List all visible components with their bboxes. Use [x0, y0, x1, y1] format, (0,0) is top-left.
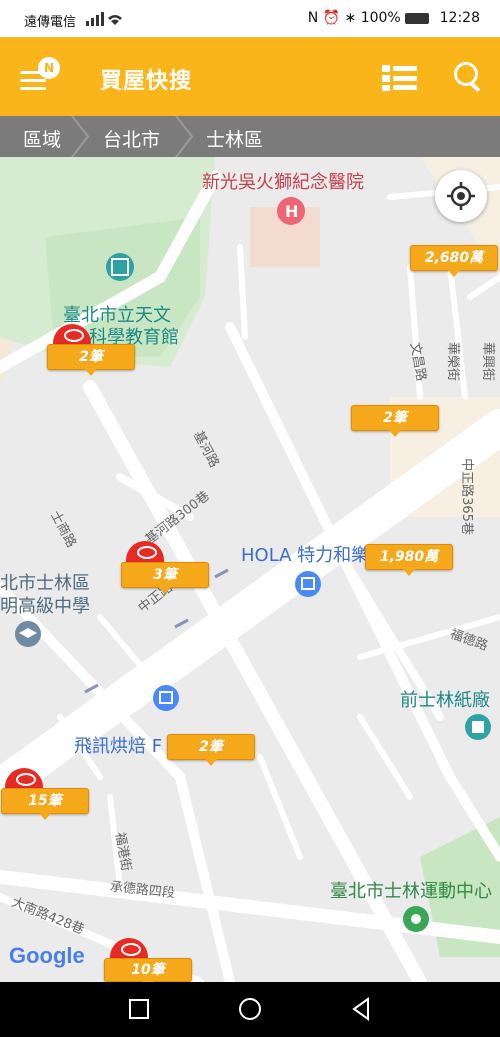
- my-location-button[interactable]: [435, 170, 487, 222]
- list-view-button[interactable]: [382, 65, 418, 91]
- road-label: 華興街: [480, 341, 496, 382]
- carrier-label: 遠傳電信: [24, 15, 77, 30]
- place-label-bakery: 飛訊烘焙 F: [74, 736, 163, 757]
- svg-text:H: H: [285, 202, 298, 221]
- menu-button[interactable]: N: [18, 57, 64, 103]
- listing-price-marker[interactable]: 1,980萬: [365, 544, 453, 576]
- map-view[interactable]: H 新光吳火獅紀念醫院 臺北市立天文 科學教育館 HOLA 特力和樂 北市士林區…: [0, 157, 500, 982]
- place-label-paper-factory: 前士林紙廠: [400, 690, 490, 711]
- search-button[interactable]: [453, 61, 483, 93]
- listing-cluster-marker[interactable]: 2筆: [351, 405, 439, 437]
- system-nav-bar: [0, 982, 500, 1037]
- chevron-right-icon: [175, 116, 194, 157]
- nfc-icon: N: [307, 10, 319, 26]
- battery-percent: 100%: [360, 10, 401, 26]
- road-label: 華榮街: [445, 341, 461, 382]
- clock: 12:28: [439, 10, 480, 26]
- notification-badge: N: [38, 57, 60, 79]
- status-bar: 遠傳電信 N ⏰ ∗ 100% 12:28: [0, 0, 500, 37]
- google-logo: Google: [9, 943, 85, 968]
- breadcrumb-city[interactable]: 台北市: [103, 125, 160, 152]
- page-title: 買屋快搜: [100, 69, 193, 94]
- place-label-sports-center: 臺北市士林運動中心: [330, 881, 492, 902]
- home-icon[interactable]: [238, 997, 262, 1021]
- bluetooth-icon: ∗: [344, 10, 357, 26]
- chevron-right-icon: [71, 116, 90, 157]
- place-label-hola: HOLA 特力和樂: [241, 545, 370, 566]
- listing-cluster-marker[interactable]: 3筆: [121, 562, 209, 594]
- recent-apps-icon[interactable]: [128, 998, 150, 1020]
- listing-price-marker[interactable]: 2,680萬: [410, 245, 498, 277]
- crosshair-icon: [447, 182, 475, 210]
- listing-cluster-marker[interactable]: 2筆: [47, 344, 135, 376]
- status-right: N ⏰ ∗ 100% 12:28: [308, 10, 480, 26]
- listing-cluster-marker[interactable]: 2筆: [167, 734, 255, 766]
- place-label-school-2: 明高級中學: [0, 596, 90, 617]
- breadcrumb: 區域 台北市 士林區: [0, 116, 500, 157]
- battery-icon: [405, 12, 430, 24]
- breadcrumb-region[interactable]: 區域: [23, 125, 61, 152]
- listing-cluster-marker[interactable]: 15筆: [1, 788, 89, 820]
- app-header: N 買屋快搜: [0, 37, 500, 116]
- breadcrumb-district[interactable]: 士林區: [206, 125, 263, 152]
- listing-cluster-marker[interactable]: 10筆: [104, 958, 192, 982]
- signal-icon: [86, 12, 122, 30]
- place-label-hospital: 新光吳火獅紀念醫院: [202, 172, 364, 193]
- road-label: 中正路365巷: [458, 458, 474, 535]
- alarm-icon: ⏰: [322, 10, 341, 26]
- back-icon[interactable]: [350, 997, 372, 1021]
